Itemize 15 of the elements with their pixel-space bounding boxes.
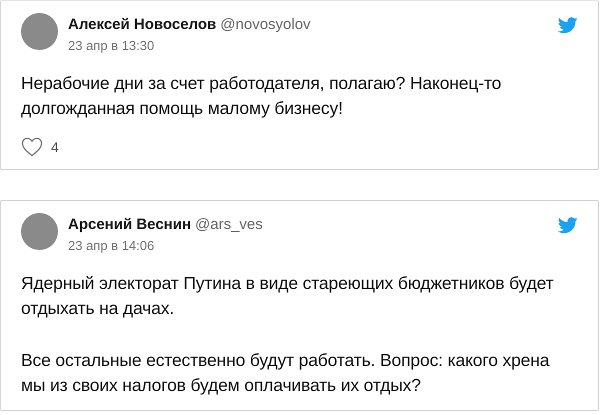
heart-icon[interactable] [21,137,43,157]
author-name[interactable]: Арсений Веснин [68,216,192,233]
author-handle[interactable]: @novosyolov [220,16,311,33]
bird-icon[interactable] [558,217,578,234]
tweet-text: Нерабочие дни за счет работодателя, полагаю? Наконец-то долгожданная помощь малому бизнесу! [21,72,502,120]
tweet-text: Все остальные естественно будут работать. Вопрос: какого хрена мы из своих налогов будем оплачивать их отдых? [21,349,550,397]
tweet-date[interactable]: 23 апр в 13:30 [68,38,154,53]
avatar-placeholder[interactable] [21,213,58,250]
author-handle[interactable]: @ars_ves [195,216,263,233]
bird-icon[interactable] [558,17,578,34]
avatar-placeholder[interactable] [21,13,58,50]
like-count: 4 [51,139,59,155]
tweet-date[interactable]: 23 апр в 14:06 [68,238,154,253]
tweet-text: Ядерный электорат Путина в виде стареющих бюджетников будет отдыхать на дачах. [21,272,555,320]
author-name[interactable]: Алексей Новоселов [68,16,216,33]
